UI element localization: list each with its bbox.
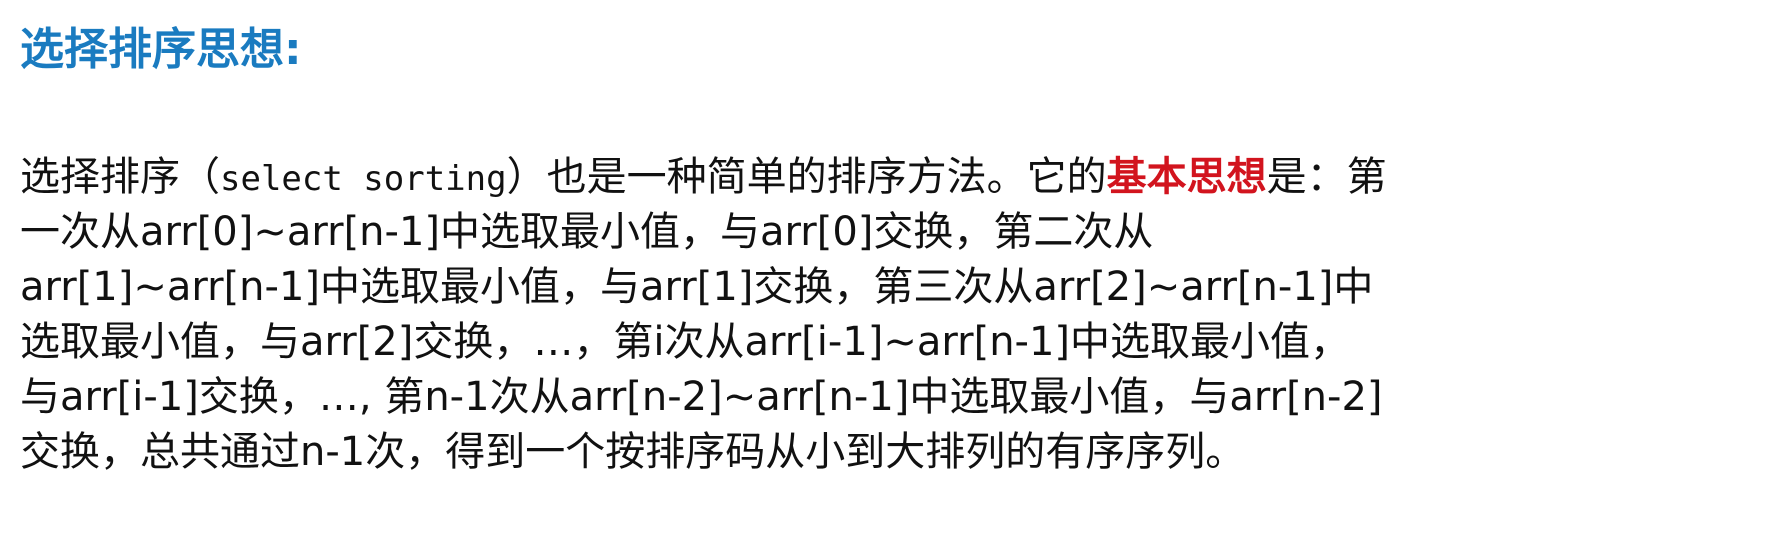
paragraph-selection-sort: 选择排序（select sorting）也是一种简单的排序方法。它的基本思想是：… [20, 150, 1760, 480]
paragraph-line-1: 选择排序（select sorting）也是一种简单的排序方法。它的基本思想是：… [20, 150, 1760, 205]
text-segment: 与arr[i-1]交换，…, 第n-1次从arr[n-2]~arr[n-1]中选… [20, 374, 1383, 420]
paragraph-line-3: arr[1]~arr[n-1]中选取最小值，与arr[1]交换，第三次从arr[… [20, 260, 1760, 315]
page-title: 选择排序思想: [20, 24, 302, 75]
text-segment: arr[1]~arr[n-1]中选取最小值，与arr[1]交换，第三次从arr[… [20, 264, 1374, 310]
paragraph-line-5: 与arr[i-1]交换，…, 第n-1次从arr[n-2]~arr[n-1]中选… [20, 370, 1760, 425]
text-segment: 选择排序（ [20, 154, 220, 200]
text-segment: ）也是一种简单的排序方法。它的 [506, 154, 1107, 200]
highlight-keyword: 基本思想 [1106, 154, 1267, 200]
paragraph-line-2: 一次从arr[0]~arr[n-1]中选取最小值，与arr[0]交换，第二次从 [20, 205, 1760, 260]
text-segment: 选取最小值，与arr[2]交换，…，第i次从arr[i-1]~arr[n-1]中… [20, 319, 1351, 365]
paragraph-line-6: 交换，总共通过n-1次，得到一个按排序码从小到大排列的有序序列。 [20, 425, 1760, 480]
text-segment: 交换，总共通过n-1次，得到一个按排序码从小到大排列的有序序列。 [20, 429, 1246, 475]
text-segment: 是：第 [1266, 154, 1387, 200]
text-segment-code: select sorting [220, 159, 507, 199]
paragraph-line-4: 选取最小值，与arr[2]交换，…，第i次从arr[i-1]~arr[n-1]中… [20, 315, 1760, 370]
text-segment: 一次从arr[0]~arr[n-1]中选取最小值，与arr[0]交换，第二次从 [20, 209, 1154, 255]
